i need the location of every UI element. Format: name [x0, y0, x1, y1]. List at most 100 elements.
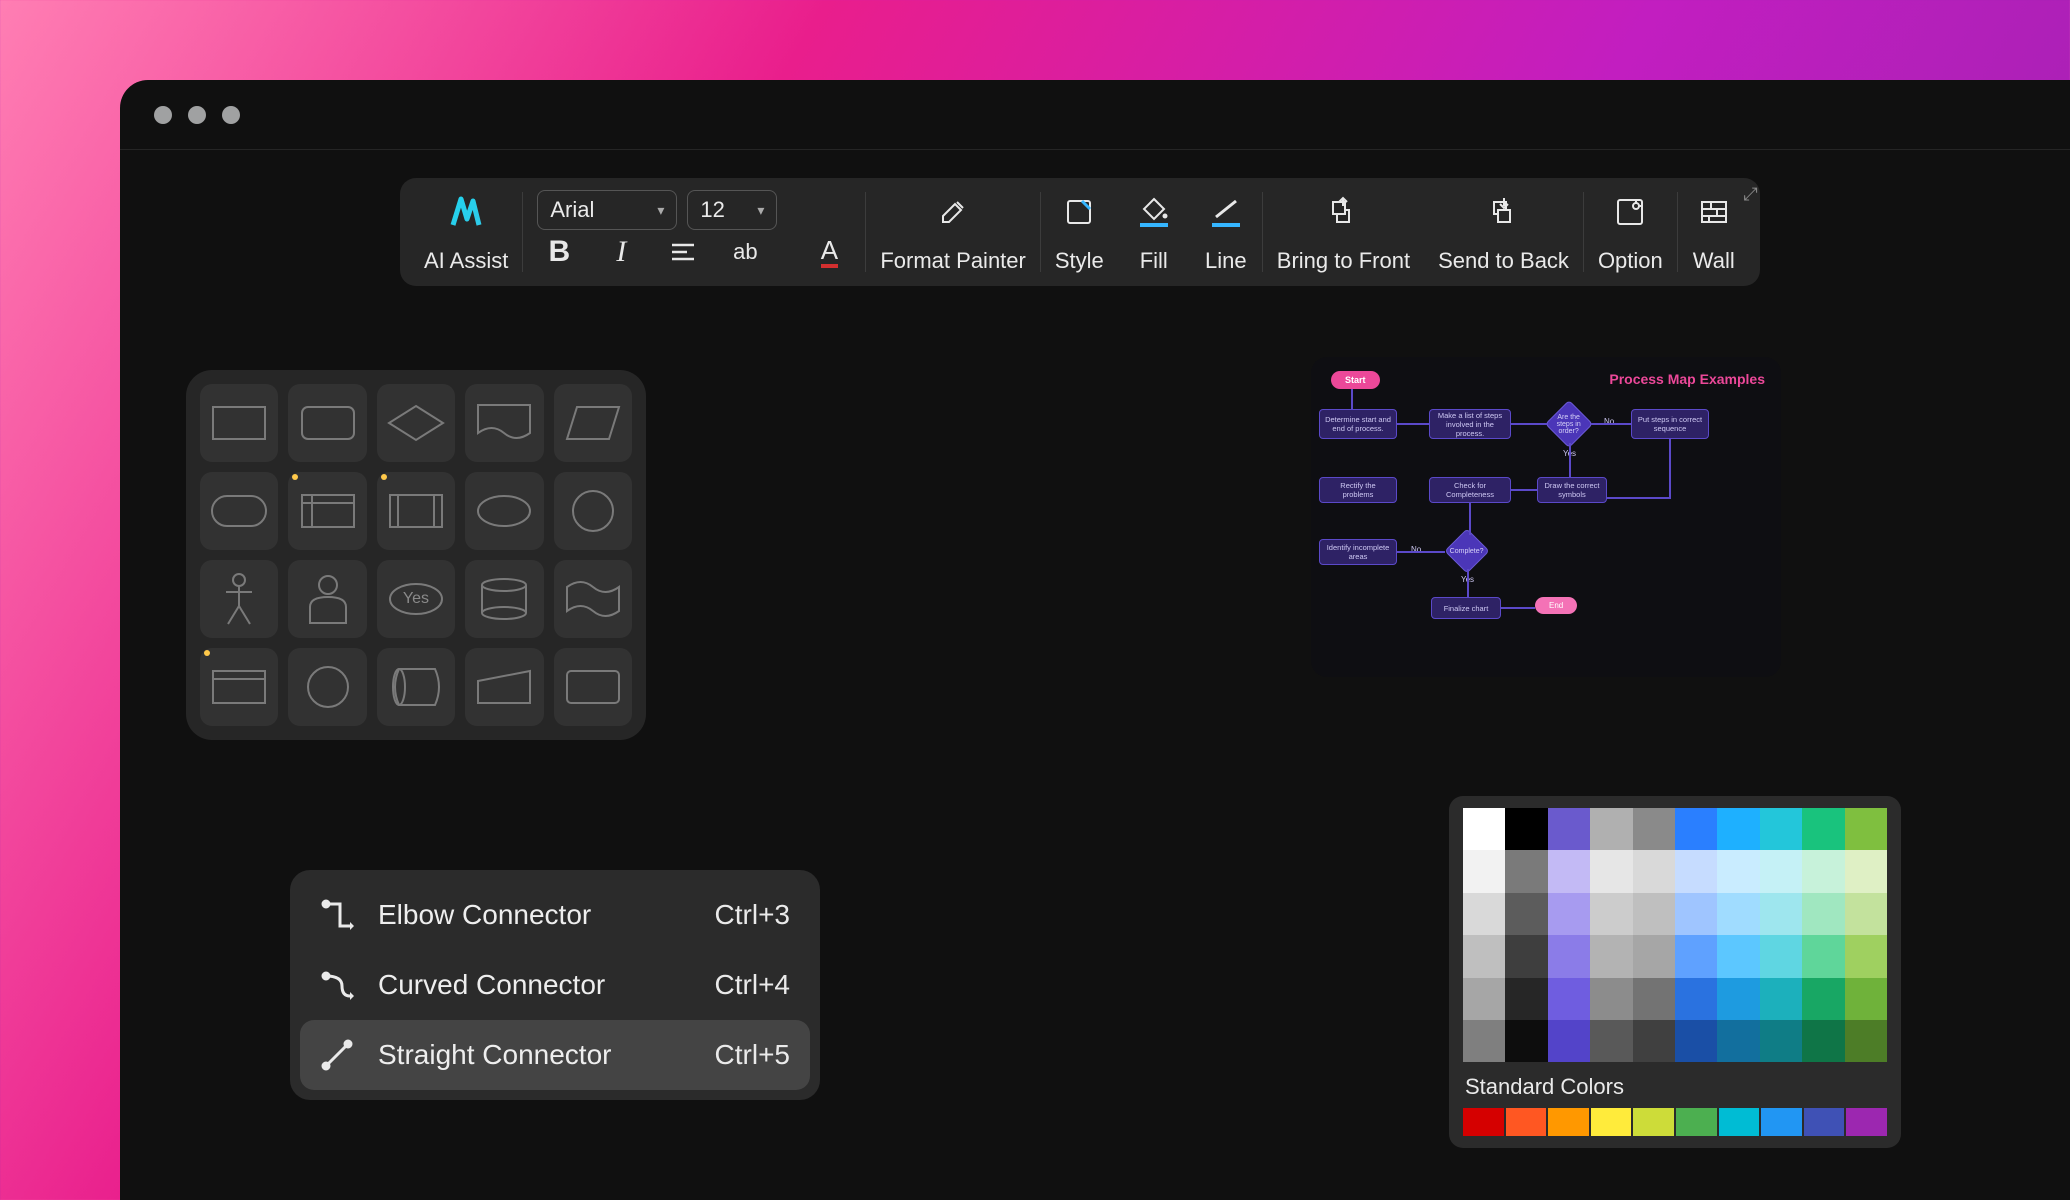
color-swatch[interactable]: [1548, 850, 1590, 892]
color-swatch[interactable]: [1505, 978, 1547, 1020]
shape-document[interactable]: [465, 384, 543, 462]
shape-flag[interactable]: [554, 560, 632, 638]
line-section[interactable]: Line: [1190, 186, 1262, 278]
color-swatch[interactable]: [1505, 808, 1547, 850]
color-swatch[interactable]: [1505, 1020, 1547, 1062]
standard-color-swatch[interactable]: [1676, 1108, 1717, 1136]
color-swatch[interactable]: [1463, 978, 1505, 1020]
color-swatch[interactable]: [1505, 850, 1547, 892]
color-swatch[interactable]: [1802, 1020, 1844, 1062]
wall-icon[interactable]: [1692, 190, 1736, 234]
expand-toolbar-icon[interactable]: ⤢: [1743, 184, 1757, 205]
color-swatch[interactable]: [1845, 850, 1887, 892]
shape-database[interactable]: [377, 648, 455, 726]
color-swatch[interactable]: [1675, 1020, 1717, 1062]
shape-rounded-rectangle[interactable]: [200, 472, 278, 550]
color-swatch[interactable]: [1590, 978, 1632, 1020]
ai-assist-icon[interactable]: [444, 190, 488, 234]
color-swatch[interactable]: [1505, 935, 1547, 977]
color-swatch[interactable]: [1845, 1020, 1887, 1062]
color-swatch[interactable]: [1845, 893, 1887, 935]
traffic-light-close[interactable]: [154, 106, 172, 124]
standard-color-swatch[interactable]: [1761, 1108, 1802, 1136]
align-button[interactable]: [661, 230, 705, 274]
shape-actor[interactable]: [200, 560, 278, 638]
color-swatch[interactable]: [1760, 935, 1802, 977]
flowchart-preview[interactable]: Process Map Examples Start Determine sta…: [1311, 357, 1781, 677]
traffic-light-zoom[interactable]: [222, 106, 240, 124]
shape-container[interactable]: [554, 648, 632, 726]
color-swatch[interactable]: [1463, 808, 1505, 850]
color-swatch[interactable]: [1802, 850, 1844, 892]
ai-assist-section[interactable]: AI Assist: [410, 186, 522, 278]
color-swatch[interactable]: [1760, 893, 1802, 935]
standard-color-swatch[interactable]: [1548, 1108, 1589, 1136]
shape-predefined-process[interactable]: [377, 472, 455, 550]
color-swatch[interactable]: [1675, 808, 1717, 850]
style-section[interactable]: Style: [1041, 186, 1118, 278]
traffic-light-minimize[interactable]: [188, 106, 206, 124]
color-swatch[interactable]: [1463, 1020, 1505, 1062]
color-swatch[interactable]: [1590, 850, 1632, 892]
bring-to-front-icon[interactable]: [1321, 190, 1365, 234]
color-swatch[interactable]: [1548, 808, 1590, 850]
standard-color-swatch[interactable]: [1591, 1108, 1632, 1136]
wall-section[interactable]: ⤢ Wall: [1678, 186, 1750, 278]
color-swatch[interactable]: [1717, 893, 1759, 935]
color-swatch[interactable]: [1845, 935, 1887, 977]
color-swatch[interactable]: [1633, 808, 1675, 850]
color-swatch[interactable]: [1802, 808, 1844, 850]
shape-ellipse[interactable]: [465, 472, 543, 550]
color-swatch[interactable]: [1548, 935, 1590, 977]
shape-manual-input[interactable]: [465, 648, 543, 726]
standard-color-swatch[interactable]: [1463, 1108, 1504, 1136]
color-swatch[interactable]: [1717, 808, 1759, 850]
color-swatch[interactable]: [1802, 978, 1844, 1020]
shape-cylinder[interactable]: [465, 560, 543, 638]
shape-parallelogram[interactable]: [554, 384, 632, 462]
color-swatch[interactable]: [1590, 935, 1632, 977]
text-highlight-button[interactable]: ab: [723, 230, 767, 274]
shape-decision-yes[interactable]: Yes: [377, 560, 455, 638]
color-swatch[interactable]: [1633, 935, 1675, 977]
font-color-button[interactable]: A: [807, 230, 851, 274]
color-swatch[interactable]: [1717, 978, 1759, 1020]
connector-curved-item[interactable]: Curved Connector Ctrl+4: [300, 950, 810, 1020]
shape-card[interactable]: [288, 384, 366, 462]
color-swatch[interactable]: [1675, 850, 1717, 892]
color-swatch[interactable]: [1760, 1020, 1802, 1062]
shape-subprocess[interactable]: [288, 472, 366, 550]
standard-color-swatch[interactable]: [1719, 1108, 1760, 1136]
color-swatch[interactable]: [1548, 893, 1590, 935]
shape-circle[interactable]: [554, 472, 632, 550]
line-icon[interactable]: [1204, 190, 1248, 234]
color-swatch[interactable]: [1845, 808, 1887, 850]
connector-elbow-item[interactable]: Elbow Connector Ctrl+3: [300, 880, 810, 950]
color-swatch[interactable]: [1590, 1020, 1632, 1062]
shape-user[interactable]: [288, 560, 366, 638]
color-swatch[interactable]: [1548, 978, 1590, 1020]
option-section[interactable]: Option: [1584, 186, 1677, 278]
color-swatch[interactable]: [1717, 935, 1759, 977]
color-swatch[interactable]: [1463, 935, 1505, 977]
font-size-select[interactable]: 12▾: [687, 190, 777, 230]
color-swatch[interactable]: [1675, 935, 1717, 977]
color-swatch[interactable]: [1760, 808, 1802, 850]
standard-color-swatch[interactable]: [1506, 1108, 1547, 1136]
font-family-select[interactable]: Arial▾: [537, 190, 677, 230]
option-icon[interactable]: [1608, 190, 1652, 234]
color-swatch[interactable]: [1590, 893, 1632, 935]
color-swatch[interactable]: [1633, 893, 1675, 935]
color-swatch[interactable]: [1463, 850, 1505, 892]
color-swatch[interactable]: [1717, 850, 1759, 892]
color-swatch[interactable]: [1548, 1020, 1590, 1062]
color-swatch[interactable]: [1633, 1020, 1675, 1062]
standard-color-swatch[interactable]: [1804, 1108, 1845, 1136]
color-swatch[interactable]: [1845, 978, 1887, 1020]
color-swatch[interactable]: [1675, 893, 1717, 935]
color-swatch[interactable]: [1675, 978, 1717, 1020]
color-swatch[interactable]: [1717, 1020, 1759, 1062]
color-swatch[interactable]: [1633, 850, 1675, 892]
standard-color-swatch[interactable]: [1846, 1108, 1887, 1136]
send-to-back-section[interactable]: Send to Back: [1424, 186, 1583, 278]
